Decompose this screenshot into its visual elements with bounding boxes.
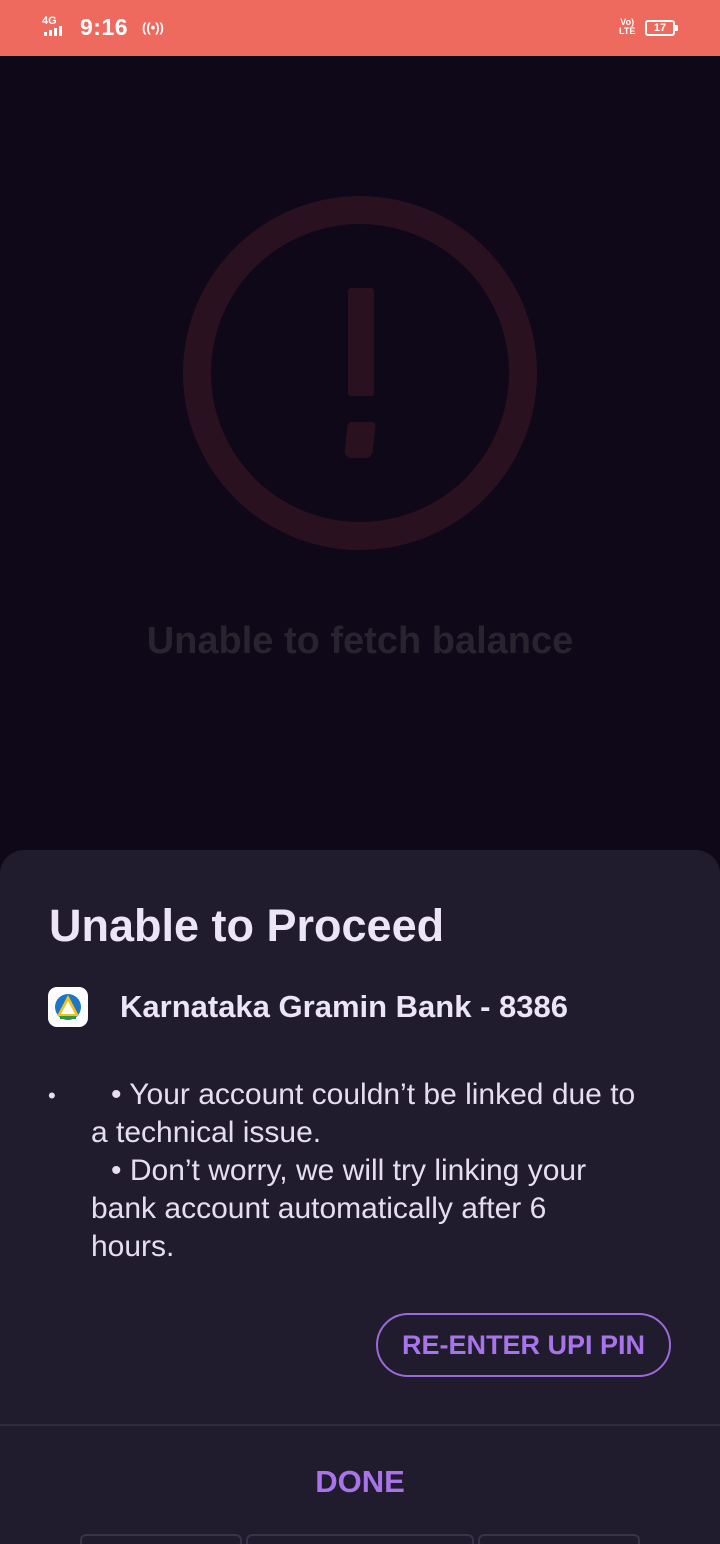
volte-bottom: LTE (619, 26, 636, 36)
background-title: Unable to fetch balance (146, 620, 574, 662)
nav-hint (478, 1534, 640, 1544)
message-line: • Your account couldn’t be linked due to (111, 1078, 636, 1111)
bank-account-name: Karnataka Gramin Bank - 8386 (120, 989, 568, 1024)
message-line: • Don’t worry, we will try linking your (111, 1154, 587, 1187)
status-bar: 4G 9:16 ((•)) Vo) LTE 17 (0, 0, 720, 56)
divider (0, 1424, 720, 1426)
sheet-title: Unable to Proceed (49, 900, 445, 951)
volte-icon: Vo) LTE (619, 18, 635, 36)
done-button[interactable]: DONE (0, 1452, 720, 1512)
exclamation-dot (344, 422, 376, 458)
bottom-sheet: Unable to Proceed Karnataka Gramin Bank … (0, 850, 720, 1544)
signal-icon (44, 26, 62, 36)
error-message: • Your account couldn’t be linked due to… (91, 1076, 691, 1266)
hotspot-icon: ((•)) (142, 20, 164, 35)
battery-icon: 17 (645, 20, 678, 36)
list-bullet: • (48, 1083, 56, 1108)
reenter-upi-pin-button[interactable]: RE-ENTER UPI PIN (376, 1313, 671, 1377)
nav-hint (80, 1534, 242, 1544)
exclamation-bar (348, 288, 374, 396)
message-line: a technical issue. (91, 1116, 322, 1149)
status-time: 9:16 (80, 14, 129, 40)
message-line: bank account automatically after 6 (91, 1192, 547, 1225)
message-line: hours. (91, 1230, 175, 1263)
bank-logo-icon (48, 987, 88, 1027)
nav-hint (246, 1534, 474, 1544)
